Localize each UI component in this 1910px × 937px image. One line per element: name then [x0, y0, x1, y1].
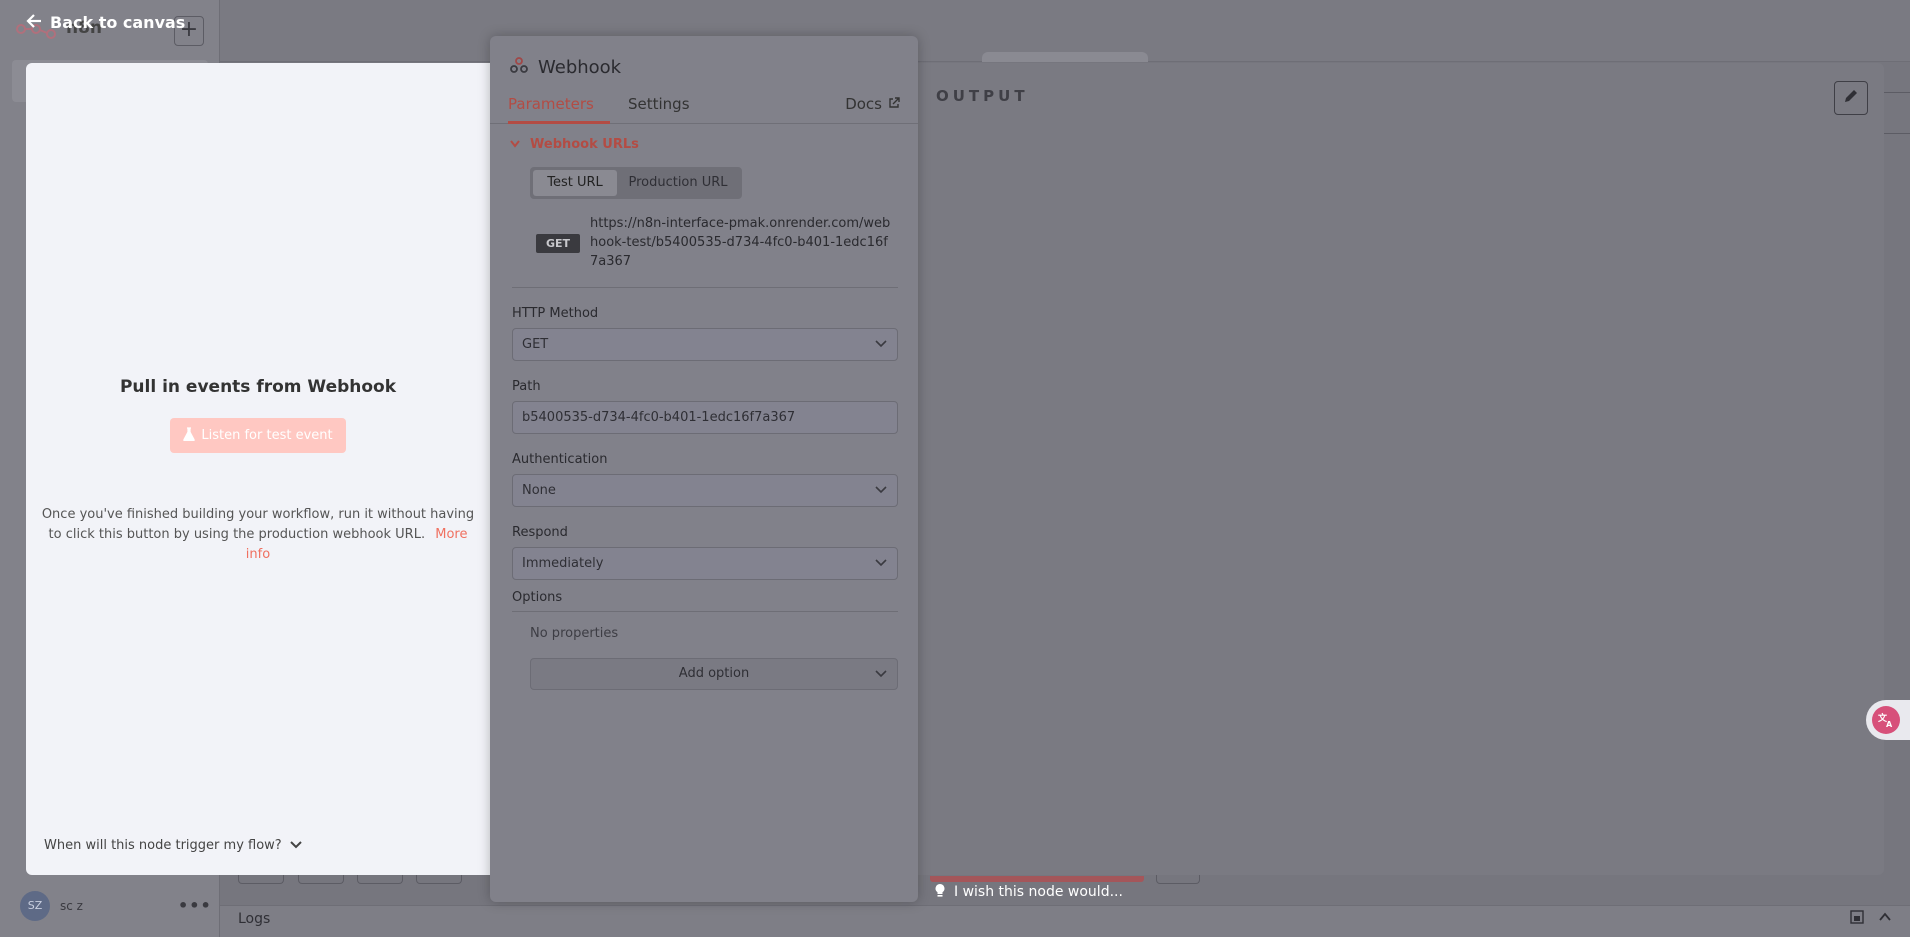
user-name: sc z	[60, 899, 83, 913]
translate-icon: 文A	[1872, 706, 1900, 734]
flask-icon	[183, 426, 196, 445]
webhook-urls-toggle[interactable]: Webhook URLs	[510, 137, 639, 152]
http-method-select[interactable]: GET	[512, 328, 898, 361]
trigger-question-label: When will this node trigger my flow?	[44, 838, 282, 853]
arrow-left-icon	[26, 13, 42, 32]
test-url-option[interactable]: Test URL	[533, 170, 617, 196]
output-label: OUTPUT	[936, 87, 1029, 105]
chevron-down-icon	[289, 838, 302, 853]
webhook-urls-label: Webhook URLs	[530, 137, 639, 152]
pencil-icon	[1843, 88, 1859, 108]
svg-text:A: A	[1886, 720, 1893, 729]
chevron-down-icon	[510, 137, 520, 152]
add-option-label: Add option	[678, 666, 750, 681]
production-url-option[interactable]: Production URL	[617, 170, 739, 196]
respond-value: Immediately	[522, 556, 604, 571]
edit-output-button[interactable]	[1834, 81, 1868, 115]
chevron-up-icon[interactable]	[1878, 910, 1892, 928]
logs-label: Logs	[238, 911, 271, 927]
http-method-label: HTTP Method	[512, 306, 599, 321]
input-help-text: Once you've finished building your workf…	[40, 505, 476, 565]
node-title: Webhook	[538, 56, 622, 78]
respond-select[interactable]: Immediately	[512, 547, 898, 580]
popout-icon[interactable]	[1850, 910, 1864, 928]
node-header: Webhook	[510, 56, 621, 78]
authentication-value: None	[522, 483, 556, 498]
chevron-down-icon	[875, 329, 887, 360]
external-link-icon	[888, 95, 900, 113]
tab-docs[interactable]: Docs	[845, 95, 900, 113]
translate-button[interactable]: 文A	[1866, 700, 1910, 740]
tab-parameters[interactable]: Parameters	[508, 95, 594, 113]
node-tabs: Parameters Settings Docs	[490, 86, 918, 124]
output-panel: OUTPUT	[918, 63, 1884, 875]
back-to-canvas-label: Back to canvas	[50, 13, 186, 32]
path-label: Path	[512, 379, 541, 394]
chevron-down-icon	[875, 659, 887, 689]
back-to-canvas-link[interactable]: Back to canvas	[26, 13, 185, 32]
execute-workflow-bar	[930, 876, 1144, 882]
logs-bar[interactable]	[220, 905, 1910, 937]
user-more-icon[interactable]: •••	[178, 896, 212, 915]
lightbulb-icon	[934, 883, 946, 901]
canvas-side-button[interactable]	[1880, 92, 1910, 134]
docs-label: Docs	[845, 95, 882, 113]
input-panel-title: Pull in events from Webhook	[119, 377, 397, 397]
divider	[512, 287, 898, 288]
path-input[interactable]: b5400535-d734-4fc0-b401-1edc16f7a367	[512, 401, 898, 434]
chevron-down-icon	[875, 475, 887, 506]
respond-label: Respond	[512, 525, 568, 540]
chevron-down-icon	[875, 548, 887, 579]
authentication-select[interactable]: None	[512, 474, 898, 507]
tab-settings[interactable]: Settings	[628, 95, 690, 113]
feedback-link[interactable]: I wish this node would...	[934, 883, 1123, 901]
node-parameters-panel: Webhook Parameters Settings Docs Webhook…	[490, 36, 918, 902]
help-text: Once you've finished building your workf…	[41, 507, 475, 542]
url-type-toggle: Test URL Production URL	[530, 167, 742, 199]
logs-controls	[1850, 910, 1892, 928]
listen-for-test-event-button[interactable]: Listen for test event	[170, 418, 346, 453]
user-menu[interactable]: SZ sc z	[20, 891, 83, 921]
listen-button-label: Listen for test event	[201, 428, 333, 443]
active-tab-indicator	[508, 121, 610, 124]
options-label: Options	[512, 590, 563, 605]
method-badge: GET	[536, 234, 580, 253]
no-properties-text: No properties	[530, 626, 619, 641]
canvas-tabs	[982, 52, 1148, 62]
add-option-button[interactable]: Add option	[530, 658, 898, 690]
authentication-label: Authentication	[512, 452, 608, 467]
webhook-icon	[510, 56, 528, 78]
path-value: b5400535-d734-4fc0-b401-1edc16f7a367	[522, 410, 796, 425]
http-method-value: GET	[522, 337, 549, 352]
divider	[512, 611, 898, 612]
trigger-question-toggle[interactable]: When will this node trigger my flow?	[44, 838, 302, 853]
webhook-url[interactable]: https://n8n-interface-pmak.onrender.com/…	[590, 214, 892, 271]
input-panel: Pull in events from Webhook Listen for t…	[26, 63, 490, 875]
avatar: SZ	[20, 891, 50, 921]
feedback-label: I wish this node would...	[954, 884, 1123, 900]
